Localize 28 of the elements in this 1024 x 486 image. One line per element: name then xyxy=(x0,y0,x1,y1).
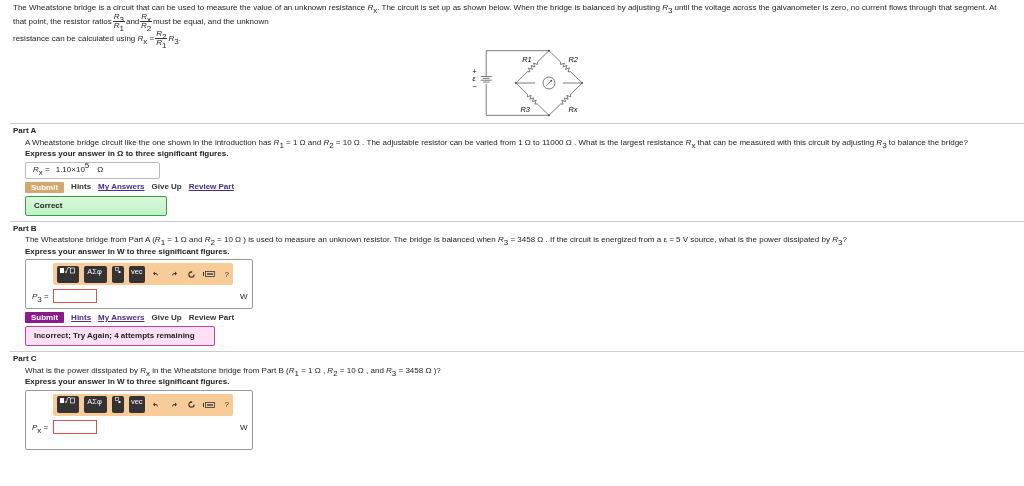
resistor-label: R1 xyxy=(522,54,532,64)
link[interactable]: Review Part xyxy=(188,182,235,192)
link[interactable]: Hints xyxy=(71,312,92,323)
unit-label: W xyxy=(240,292,248,302)
action-button[interactable]: Hints xyxy=(71,182,92,192)
link[interactable]: My Answers xyxy=(98,182,145,192)
emf-label: ε xyxy=(472,74,476,84)
part-title: Part A xyxy=(13,126,38,136)
resistor-label: R3 xyxy=(520,104,530,114)
polarity-label: − xyxy=(472,82,477,92)
instruction-text: Express your answer in Ω to three significant figures. xyxy=(25,149,230,159)
part-title: Part B xyxy=(13,223,38,233)
link[interactable]: My Answers xyxy=(98,312,145,323)
help-button[interactable]: ? xyxy=(220,398,233,411)
instruction-text: Express your answer in W to three significant figures. xyxy=(25,246,231,256)
help-button[interactable]: ? xyxy=(220,268,233,280)
unit-label: W xyxy=(240,422,248,432)
instruction-text: Express your answer in W to three significant figures. xyxy=(25,377,231,387)
feedback-message: Incorrect; Try Again; 4 attempts remaining xyxy=(25,326,215,346)
resistor-label: Rx xyxy=(568,104,578,114)
part-title: Part C xyxy=(13,354,38,364)
action-button[interactable]: Give Up xyxy=(151,312,182,323)
action-button[interactable]: Give Up xyxy=(151,182,182,192)
polarity-label: + xyxy=(472,66,477,76)
action-button[interactable]: Review Part xyxy=(188,312,235,323)
feedback-message: Correct xyxy=(25,195,167,216)
submit-button[interactable]: Submit xyxy=(25,312,65,323)
resistor-label: R2 xyxy=(568,54,578,64)
